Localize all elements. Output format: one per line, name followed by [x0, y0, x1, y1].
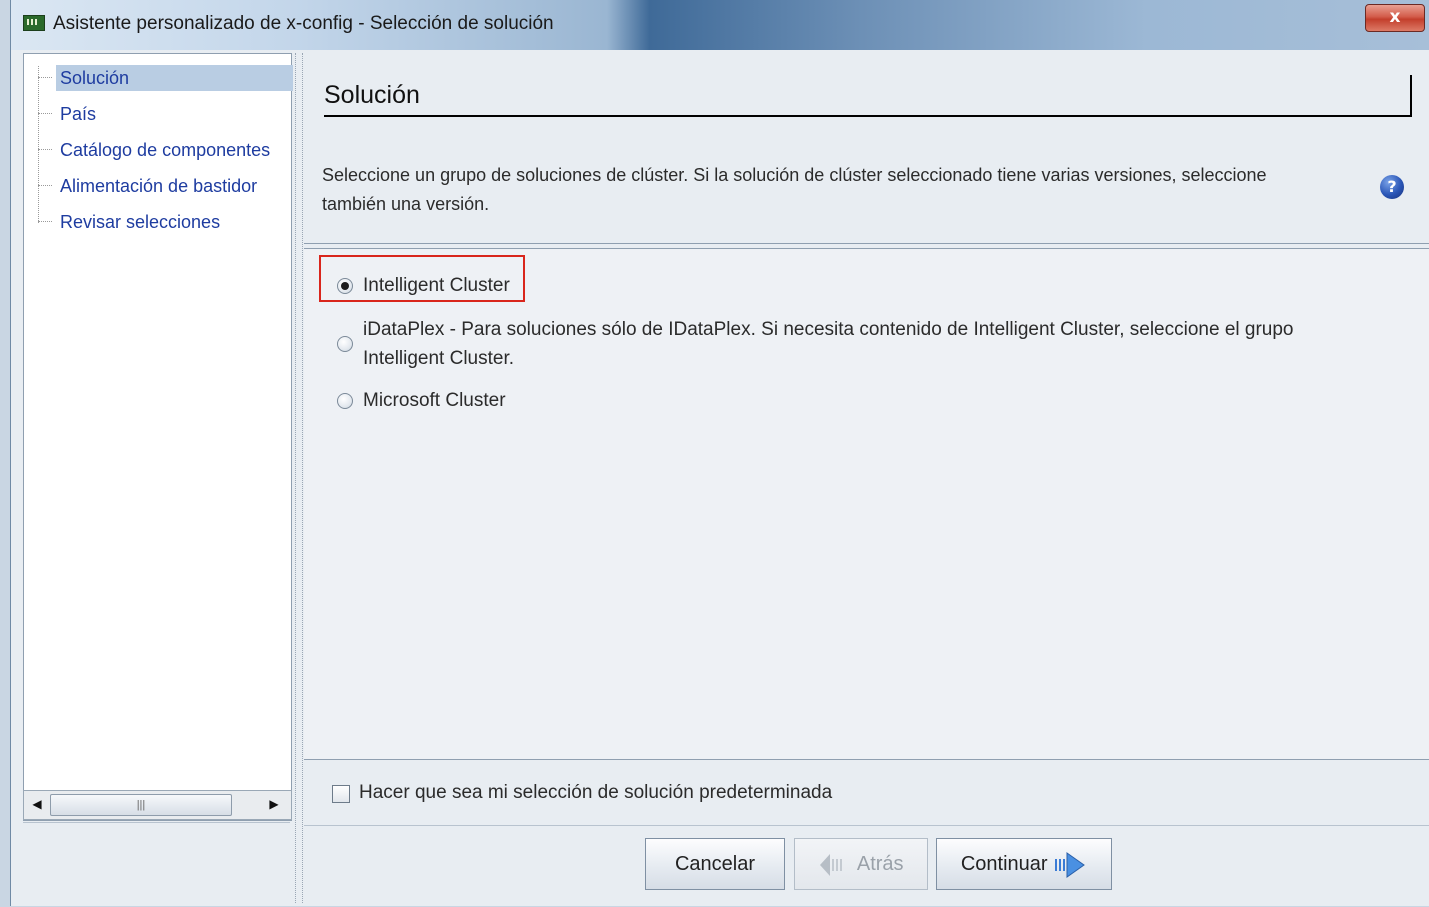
back-button-label: Atrás	[856, 853, 904, 875]
continue-button[interactable]: Continuar	[936, 838, 1112, 890]
tree-item-label: País	[60, 104, 97, 124]
help-icon[interactable]: ?	[1380, 175, 1404, 199]
tree-item-pais[interactable]: País	[38, 99, 291, 129]
scroll-right-arrow-icon[interactable]: ▶	[264, 794, 284, 814]
cancel-button-label: Cancelar	[674, 853, 756, 875]
tree-item-revisar[interactable]: Revisar selecciones	[38, 207, 291, 237]
back-button[interactable]: Atrás	[794, 838, 928, 890]
wizard-steps-tree: Solución País Catálogo de componentes Al…	[23, 53, 293, 821]
option-label: iDataPlex - Para soluciones sólo de IDat…	[363, 319, 1294, 369]
description-area: Seleccione un grupo de soluciones de clú…	[304, 131, 1429, 244]
tree-horizontal-scrollbar[interactable]: ◀ ||| ▶	[23, 790, 292, 820]
close-button[interactable]: x	[1365, 4, 1425, 32]
option-idataplex[interactable]: iDataPlex - Para soluciones sólo de IDat…	[337, 315, 1337, 375]
split-pane-divider[interactable]	[295, 53, 303, 903]
description-text: Seleccione un grupo de soluciones de clú…	[322, 165, 1267, 214]
checkbox-label: Hacer que sea mi selección de solución p…	[359, 782, 833, 803]
tree-item-label: Solución	[56, 65, 293, 91]
section-header: Solución	[324, 75, 1412, 117]
tree-item-label: Revisar selecciones	[60, 212, 221, 232]
title-bar[interactable]: Asistente personalizado de x-config - Se…	[11, 0, 1429, 50]
option-label: Microsoft Cluster	[363, 390, 506, 411]
tree-item-catalogo[interactable]: Catálogo de componentes	[38, 135, 291, 165]
radio-button[interactable]	[337, 393, 353, 409]
radio-button[interactable]	[337, 278, 353, 294]
default-selection-row[interactable]: Hacer que sea mi selección de solución p…	[304, 773, 1429, 823]
continue-button-label: Continuar	[960, 853, 1048, 875]
cancel-button[interactable]: Cancelar	[645, 838, 785, 890]
continue-arrow-icon	[1055, 851, 1086, 878]
radio-button[interactable]	[337, 336, 353, 352]
scroll-left-arrow-icon[interactable]: ◀	[27, 794, 47, 814]
page-title: Solución	[324, 81, 420, 109]
wizard-window: Asistente personalizado de x-config - Se…	[10, 0, 1429, 906]
tree-item-label: Catálogo de componentes	[60, 140, 271, 160]
tree-item-label: Alimentación de bastidor	[60, 176, 258, 196]
default-selection-checkbox[interactable]	[332, 785, 350, 803]
content-panel: Solución Seleccione un grupo de solucion…	[304, 53, 1429, 906]
solution-options-group: Intelligent Cluster iDataPlex - Para sol…	[304, 248, 1429, 760]
window-title: Asistente personalizado de x-config - Se…	[53, 13, 554, 34]
left-bottom-area	[23, 822, 290, 903]
button-bar: Cancelar Atrás Continuar	[304, 825, 1429, 907]
option-label: Intelligent Cluster	[363, 275, 510, 296]
tree-item-solucion[interactable]: Solución	[38, 63, 293, 93]
scroll-thumb[interactable]: |||	[50, 794, 232, 816]
tree-item-alimentacion[interactable]: Alimentación de bastidor	[38, 171, 291, 201]
back-arrow-icon	[820, 853, 843, 876]
app-icon	[23, 15, 45, 31]
